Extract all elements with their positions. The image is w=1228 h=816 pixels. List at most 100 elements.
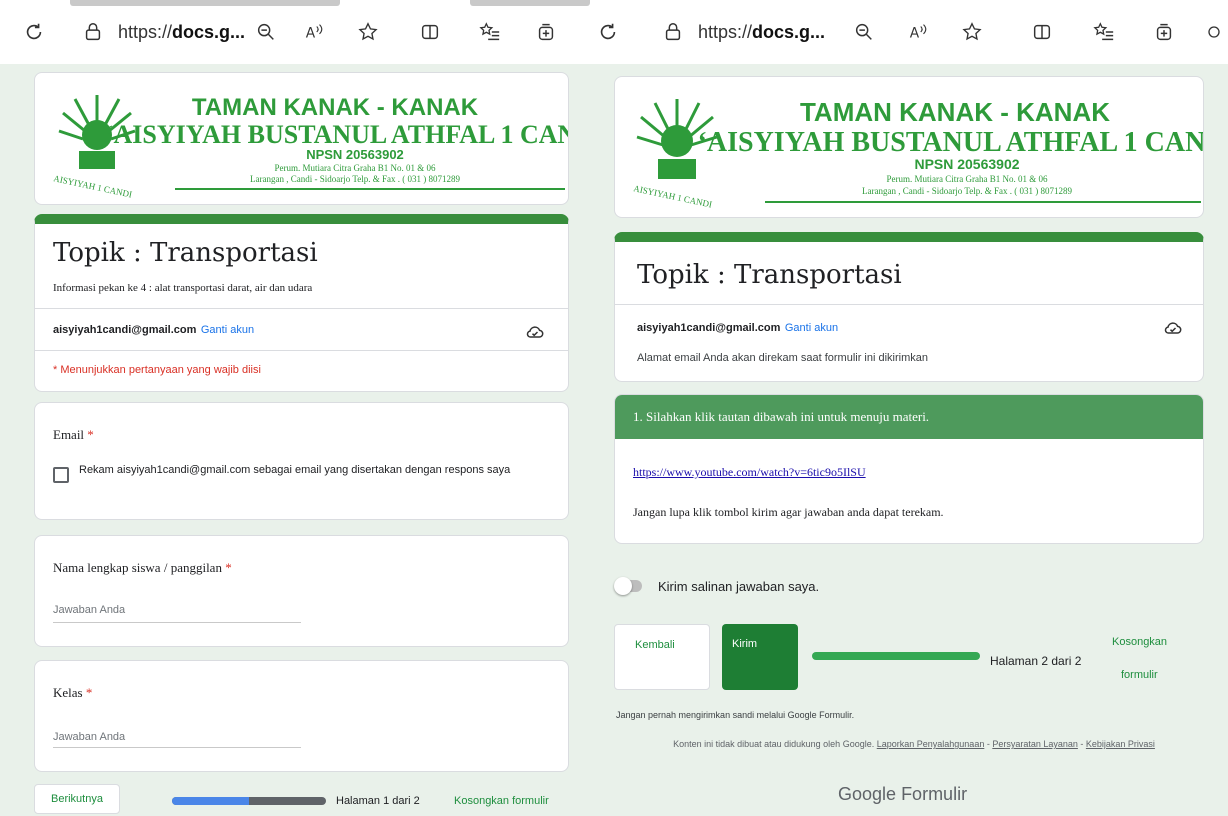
send-copy-label: Kirim salinan jawaban saya. bbox=[658, 579, 820, 594]
send-copy-toggle[interactable] bbox=[614, 577, 642, 595]
required-asterisk: * bbox=[85, 685, 93, 700]
next-button[interactable]: Berikutnya bbox=[34, 784, 120, 814]
google-forms-logo: Google Formulir bbox=[838, 784, 967, 805]
school-banner: AISYIYAH 1 CANDI TAMAN KANAK - KANAK ‘AI… bbox=[34, 72, 569, 205]
privacy-link[interactable]: Kebijakan Privasi bbox=[1086, 739, 1155, 749]
svg-text:AISYIYAH 1 CANDI: AISYIYAH 1 CANDI bbox=[53, 173, 133, 199]
school-logo: AISYIYAH 1 CANDI TAMAN KANAK - KANAK ‘AI… bbox=[633, 97, 1203, 210]
svg-text:‘AISYIYAH BUSTANUL ATHFAL 1 CA: ‘AISYIYAH BUSTANUL ATHFAL 1 CANDI bbox=[105, 120, 569, 149]
zoom-icon[interactable] bbox=[252, 18, 280, 46]
clear-form-button-line1[interactable]: Kosongkan bbox=[1112, 636, 1167, 648]
split-screen-icon[interactable] bbox=[416, 18, 444, 46]
account-row: aisyiyah1candi@gmail.com Ganti akun bbox=[53, 320, 254, 338]
split-screen-icon[interactable] bbox=[1028, 18, 1056, 46]
question-class-card: Kelas * Jawaban Anda bbox=[34, 660, 569, 772]
form-title: Topik : Transportasi bbox=[53, 238, 318, 268]
question-name-card: Nama lengkap siswa / panggilan * Jawaban… bbox=[34, 535, 569, 647]
right-page-label: Halaman 2 dari 2 bbox=[990, 654, 1082, 668]
back-button[interactable]: Kembali bbox=[614, 624, 710, 690]
question-class-label: Kelas * bbox=[53, 685, 92, 701]
collections-icon[interactable] bbox=[1150, 18, 1178, 46]
account-email: aisyiyah1candi@gmail.com bbox=[637, 322, 781, 334]
reminder-text: Jangan lupa klik tombol kirim agar jawab… bbox=[633, 505, 944, 519]
collections-icon[interactable] bbox=[532, 18, 560, 46]
url-domain: docs.g... bbox=[752, 21, 826, 42]
clear-form-button-line2[interactable]: formulir bbox=[1121, 669, 1158, 681]
refresh-icon[interactable] bbox=[20, 18, 48, 46]
question-email-card: Email * Rekam aisyiyah1candi@gmail.com s… bbox=[34, 402, 569, 520]
required-asterisk: * bbox=[225, 560, 232, 575]
favorites-list-icon[interactable] bbox=[1090, 18, 1118, 46]
footer-disclaimer: Konten ini tidak dibuat atau didukung ol… bbox=[634, 738, 1194, 750]
terms-link[interactable]: Persyaratan Layanan bbox=[992, 739, 1078, 749]
left-progress-fill bbox=[172, 797, 249, 805]
cloud-saved-icon bbox=[1163, 318, 1183, 338]
report-abuse-link[interactable]: Laporkan Penyalahgunaan bbox=[877, 739, 985, 749]
svg-text:NPSN 20563902: NPSN 20563902 bbox=[914, 156, 1019, 172]
address-bar[interactable]: https://docs.g... bbox=[80, 14, 245, 50]
class-answer-input[interactable]: Jawaban Anda bbox=[53, 731, 125, 743]
right-progress-bar bbox=[812, 652, 980, 660]
section-title: 1. Silahkan klik tautan dibawah ini untu… bbox=[633, 409, 930, 424]
svg-text:Perum. Mutiara Citra Graha B1: Perum. Mutiara Citra Graha B1 No. 01 & 0… bbox=[887, 174, 1048, 184]
toggle-knob bbox=[614, 577, 632, 595]
question-email-text: Email bbox=[53, 427, 85, 442]
svg-text:Perum. Mutiara Citra Graha B1: Perum. Mutiara Citra Graha B1 No. 01 & 0… bbox=[275, 163, 436, 173]
right-browser-window: https://docs.g... A AISYIYAH 1 CANDI TAM… bbox=[594, 0, 1228, 816]
url-text: https://docs.g... bbox=[698, 22, 825, 43]
question-name-label: Nama lengkap siswa / panggilan * bbox=[53, 560, 232, 576]
favorites-list-icon[interactable] bbox=[476, 18, 504, 46]
svg-text:NPSN 20563902: NPSN 20563902 bbox=[306, 147, 404, 162]
form-description: Informasi pekan ke 4 : alat transportasi… bbox=[53, 282, 313, 294]
svg-text:Larangan , Candi - Sidoarjo Te: Larangan , Candi - Sidoarjo Telp. & Fax … bbox=[862, 186, 1072, 196]
form-header-card: Topik : Transportasi aisyiyah1candi@gmai… bbox=[614, 232, 1204, 382]
record-email-label: Rekam aisyiyah1candi@gmail.com sebagai e… bbox=[79, 464, 511, 476]
section-header: 1. Silahkan klik tautan dibawah ini untu… bbox=[615, 395, 1203, 439]
favorite-icon[interactable] bbox=[958, 18, 986, 46]
name-answer-input[interactable]: Jawaban Anda bbox=[53, 604, 125, 616]
form-title: Topik : Transportasi bbox=[637, 260, 902, 290]
required-asterisk: * bbox=[87, 427, 94, 442]
svg-text:TAMAN KANAK - KANAK: TAMAN KANAK - KANAK bbox=[192, 94, 479, 121]
school-logo: AISYIYAH 1 CANDI TAMAN KANAK - KANAK ‘AI… bbox=[53, 94, 569, 200]
refresh-icon[interactable] bbox=[594, 18, 622, 46]
question-email-label: Email * bbox=[53, 427, 94, 443]
left-page-label: Halaman 1 dari 2 bbox=[336, 795, 420, 807]
read-aloud-icon[interactable]: A bbox=[300, 18, 328, 46]
required-note: * Menunjukkan pertanyaan yang wajib diis… bbox=[53, 364, 261, 376]
password-warning: Jangan pernah mengirimkan sandi melalui … bbox=[616, 710, 855, 720]
left-progress-bar bbox=[172, 797, 326, 805]
browser-tab[interactable] bbox=[470, 0, 590, 6]
lock-icon bbox=[80, 18, 106, 46]
zoom-icon[interactable] bbox=[850, 18, 878, 46]
record-email-checkbox[interactable] bbox=[53, 467, 69, 483]
favorite-icon[interactable] bbox=[354, 18, 382, 46]
google-wordmark: Google bbox=[838, 784, 897, 804]
browser-toolbar: https://docs.g... A bbox=[0, 0, 594, 64]
url-domain: docs.g... bbox=[172, 21, 246, 42]
extension-icon[interactable] bbox=[1204, 18, 1224, 46]
left-browser-window: https://docs.g... A AISYIYAH 1 CANDI TAM… bbox=[0, 0, 594, 816]
video-link[interactable]: https://www.youtube.com/watch?v=6tic9o5I… bbox=[633, 465, 866, 480]
svg-text:A: A bbox=[306, 26, 316, 42]
svg-text:Larangan , Candi - Sidoarjo Te: Larangan , Candi - Sidoarjo Telp. & Fax … bbox=[250, 174, 460, 184]
browser-tab[interactable] bbox=[70, 0, 340, 6]
switch-account-link[interactable]: Ganti akun bbox=[201, 324, 254, 336]
clear-form-button[interactable]: Kosongkan formulir bbox=[454, 795, 549, 807]
read-aloud-icon[interactable]: A bbox=[904, 18, 932, 46]
cloud-saved-icon bbox=[525, 322, 545, 342]
right-progress-fill bbox=[812, 652, 980, 660]
section-card: 1. Silahkan klik tautan dibawah ini untu… bbox=[614, 394, 1204, 544]
account-email: aisyiyah1candi@gmail.com bbox=[53, 324, 197, 336]
school-banner: AISYIYAH 1 CANDI TAMAN KANAK - KANAK ‘AI… bbox=[614, 76, 1204, 218]
forms-wordmark: Formulir bbox=[901, 784, 968, 804]
url-text: https://docs.g... bbox=[118, 22, 245, 43]
lock-icon bbox=[660, 18, 686, 46]
address-bar[interactable]: https://docs.g... bbox=[660, 14, 825, 50]
disclaimer-text: Konten ini tidak dibuat atau didukung ol… bbox=[673, 739, 875, 749]
svg-text:A: A bbox=[910, 26, 920, 42]
form-header-card: Topik : Transportasi Informasi pekan ke … bbox=[34, 214, 569, 392]
switch-account-link[interactable]: Ganti akun bbox=[785, 322, 838, 334]
svg-text:TAMAN KANAK - KANAK: TAMAN KANAK - KANAK bbox=[800, 97, 1110, 127]
submit-button[interactable]: Kirim bbox=[722, 624, 798, 690]
